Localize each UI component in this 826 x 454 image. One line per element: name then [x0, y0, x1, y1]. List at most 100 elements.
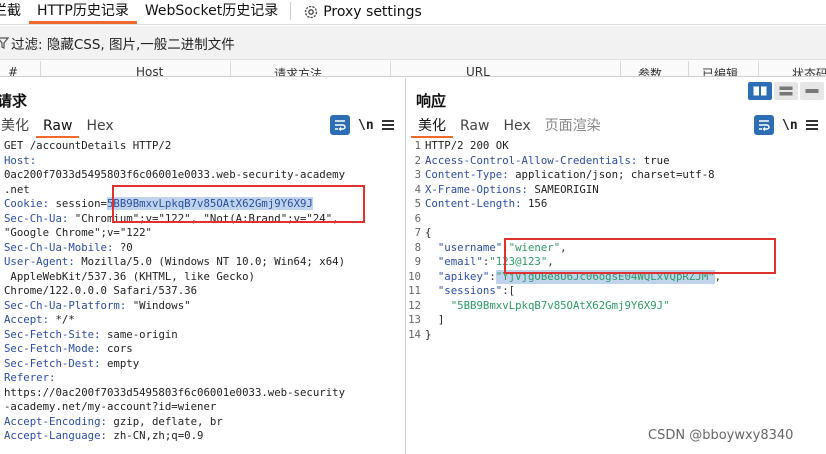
response-line: 4 X-Frame-Options: SAMEORIGIN — [407, 183, 826, 198]
filter-bar[interactable]: 过滤: 隐藏CSS, 图片,一般二进制文件 — [0, 26, 826, 60]
header-value: cors — [100, 342, 133, 355]
tab-websocket-history[interactable]: WebSocket历史记录 — [137, 0, 286, 24]
request-tab-raw[interactable]: Raw — [36, 116, 80, 138]
json-string: "wiener" — [508, 240, 561, 254]
json-punctuation: , — [560, 240, 567, 254]
response-line: 5 Content-Length: 156 — [407, 197, 826, 212]
header-name: Referer: — [4, 371, 56, 384]
wrap-icon — [759, 120, 770, 131]
request-pane: 请求 美化 Raw Hex \n GET /accountDetails HTT… — [0, 78, 406, 454]
response-line: 1 HTTP/2 200 OK — [407, 139, 826, 154]
request-line: Accept-Encoding: gzip, deflate, br — [4, 415, 404, 430]
json-key: "sessions" — [425, 284, 503, 297]
header-name: X-Frame-Options: — [425, 182, 528, 196]
request-line: Accept: */* — [4, 313, 404, 328]
response-view-tabs: 美化 Raw Hex 页面渲染 — [411, 116, 608, 138]
header-name: Sec-Ch-Ua-Platform: — [4, 298, 127, 312]
column-divider — [390, 61, 391, 76]
tab-http-history[interactable]: HTTP历史记录 — [29, 0, 137, 24]
request-line: Sec-Ch-Ua: "Chromium";v="122", "Not(A:Br… — [4, 212, 404, 227]
column-url[interactable]: URL — [466, 65, 490, 76]
response-line: 9 "email": "123@123", — [407, 255, 826, 270]
request-line-text: AppleWebKit/537.36 (KHTML, like Gecko) — [4, 269, 255, 283]
column-status[interactable]: 状态码 — [792, 65, 826, 76]
column-host[interactable]: Host — [136, 65, 163, 76]
request-line: Accept-Language: zh-CN,zh;q=0.9 — [4, 429, 404, 444]
show-newlines-button[interactable]: \n — [782, 118, 798, 133]
request-line: Host: — [4, 154, 404, 169]
header-name: Sec-Fetch-Mode: — [4, 342, 101, 355]
column-method[interactable]: 请求方法 — [274, 65, 322, 76]
line-number: 3 — [414, 168, 421, 181]
filter-label: 过滤: 隐藏CSS, 图片,一般二进制文件 — [11, 36, 235, 53]
header-value: gzip, deflate, br — [106, 414, 223, 428]
response-menu-icon[interactable] — [805, 120, 818, 130]
column-number[interactable]: # — [8, 65, 18, 76]
header-name: User-Agent: — [4, 255, 75, 268]
tab-divider — [290, 2, 292, 20]
layout-stacked-button[interactable] — [774, 82, 798, 100]
request-line-text: https://0ac200f7033d5495803f6c06001e0033… — [4, 385, 346, 399]
request-line-text: -academy.net/my-account?id=wiener — [4, 400, 217, 413]
json-string: "5BB9BmxvLpkqB7v85OAtX62Gmj9Y6X9J" — [425, 298, 670, 312]
header-name: Accept: — [4, 313, 50, 326]
column-params[interactable]: 参数 — [638, 65, 662, 76]
line-number: 2 — [414, 153, 421, 167]
line-number: 8 — [414, 240, 421, 254]
request-tab-pretty[interactable]: 美化 — [0, 116, 36, 138]
filter-icon — [0, 36, 9, 49]
column-edited[interactable]: 已编辑 — [702, 65, 738, 76]
response-tab-render[interactable]: 页面渲染 — [538, 116, 608, 138]
history-table-header: # Host 请求方法 URL 参数 已编辑 状态码 — [0, 61, 826, 77]
response-line: 3 Content-Type: application/json; charset… — [407, 168, 826, 183]
word-wrap-button[interactable] — [754, 115, 774, 135]
response-tab-hex[interactable]: Hex — [496, 116, 537, 138]
column-divider — [230, 61, 231, 76]
request-line-text: "Google Chrome";v="122" — [4, 226, 152, 239]
layout-tabs-button[interactable] — [800, 82, 824, 100]
layout-side-by-side-button[interactable] — [748, 82, 772, 100]
response-line: 8 "username": "wiener", — [407, 241, 826, 256]
request-toolbar: \n — [330, 115, 394, 135]
request-title: 请求 — [0, 92, 28, 110]
response-tab-raw[interactable]: Raw — [453, 116, 496, 138]
apikey-value: "YjVjgOBe8U6Jc06ogsE04WQLxVQpRZJM" — [495, 269, 715, 284]
rows-icon — [779, 86, 793, 96]
request-line: Sec-Fetch-Dest: empty — [4, 357, 404, 372]
header-name: Content-Type: — [425, 168, 509, 181]
gear-icon — [305, 5, 318, 18]
response-line: 12 "5BB9BmxvLpkqB7v85OAtX62Gmj9Y6X9J" — [407, 299, 826, 314]
header-value: zh-CN,zh;q=0.9 — [106, 429, 204, 442]
response-editor[interactable]: 1 HTTP/2 200 OK 2 Access-Control-Allow-Cred… — [407, 139, 826, 342]
show-newlines-button[interactable]: \n — [358, 118, 374, 133]
word-wrap-button[interactable] — [330, 115, 350, 135]
header-name: Access-Control-Allow-Credentials: — [425, 153, 638, 167]
header-value: 156 — [521, 197, 548, 210]
header-value: "Chromium";v="122", "Not(A:Brand";v="24"… — [68, 211, 339, 225]
columns-icon — [753, 86, 767, 96]
response-tab-pretty[interactable]: 美化 — [411, 116, 453, 138]
request-line: -academy.net/my-account?id=wiener — [4, 400, 404, 415]
json-key: "apikey" — [425, 269, 490, 283]
header-name: Cookie: — [4, 197, 50, 210]
header-value: empty — [100, 356, 140, 370]
response-line: 6 — [407, 212, 826, 227]
request-line: Sec-Ch-Ua-Platform: "Windows" — [4, 299, 404, 314]
line-number: 11 — [408, 284, 421, 297]
header-name: Accept-Encoding: — [4, 414, 107, 428]
column-divider — [40, 61, 41, 76]
request-tab-hex[interactable]: Hex — [79, 116, 120, 138]
column-divider — [620, 61, 621, 76]
request-line-text: GET /accountDetails HTTP/2 — [4, 139, 172, 152]
request-line: Sec-Fetch-Mode: cors — [4, 342, 404, 357]
line-number: 14 — [408, 327, 421, 341]
tab-proxy-settings[interactable]: Proxy settings — [295, 0, 430, 24]
request-menu-icon[interactable] — [381, 120, 394, 130]
header-value: ?0 — [113, 240, 133, 254]
response-line: 7{ — [407, 226, 826, 241]
response-line: 14} — [407, 328, 826, 343]
proxy-settings-label: Proxy settings — [323, 3, 422, 20]
request-editor[interactable]: GET /accountDetails HTTP/2 Host: 0ac200f70… — [4, 139, 404, 444]
response-toolbar: \n — [754, 115, 818, 135]
tab-intercept[interactable]: 拦截 — [0, 0, 29, 24]
